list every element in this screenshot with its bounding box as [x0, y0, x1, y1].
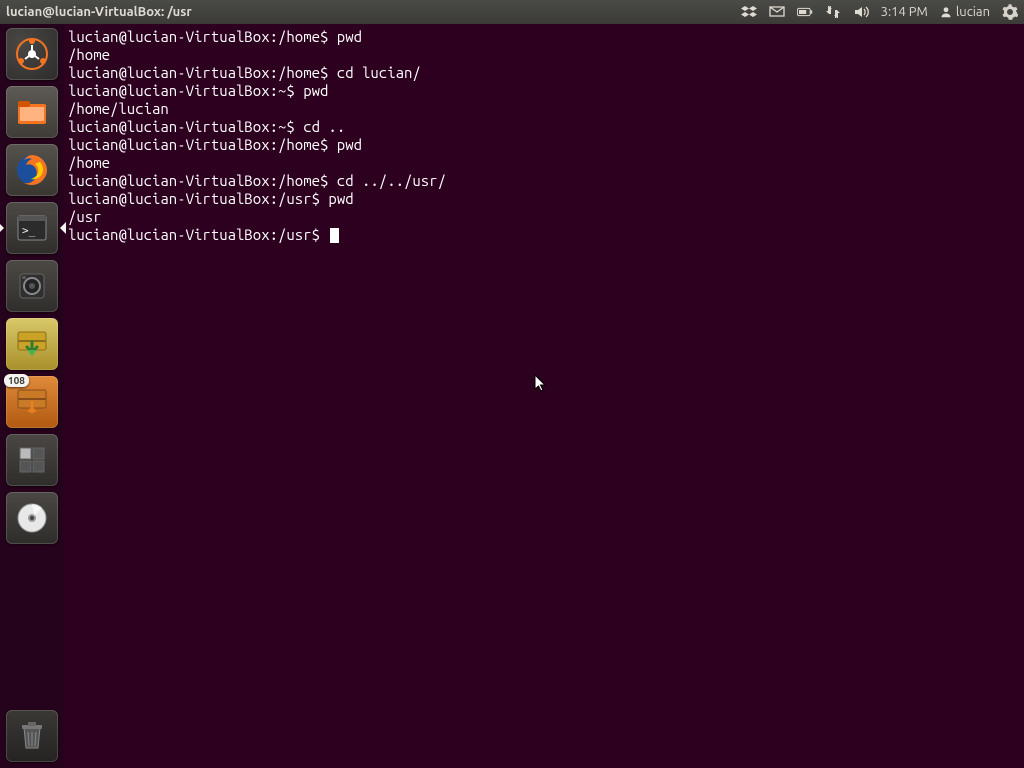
messaging-indicator-icon[interactable] — [763, 0, 791, 24]
top-menu-bar: lucian@lucian-VirtualBox: /usr 3:14 PM l… — [0, 0, 1024, 24]
terminal-output-line: /home/lucian — [68, 100, 169, 117]
terminal-command — [320, 226, 328, 243]
terminal-output-line: /usr — [68, 208, 102, 225]
disc-icon[interactable] — [6, 492, 58, 544]
terminal-prompt: lucian@lucian-VirtualBox:~$ — [68, 82, 295, 99]
terminal-prompt: lucian@lucian-VirtualBox:/home$ — [68, 172, 328, 189]
dash-home-icon[interactable] — [6, 28, 58, 80]
terminal-command: cd ../../usr/ — [328, 172, 446, 189]
terminal-prompt: lucian@lucian-VirtualBox:/usr$ — [68, 226, 320, 243]
terminal-command: pwd — [295, 82, 329, 99]
terminal-command: pwd — [328, 136, 362, 153]
user-indicator[interactable]: lucian — [934, 0, 996, 24]
terminal-command: cd lucian/ — [328, 64, 420, 81]
clock-indicator[interactable]: 3:14 PM — [875, 0, 934, 24]
files-icon[interactable] — [6, 86, 58, 138]
backup-icon[interactable] — [6, 260, 58, 312]
terminal-command: pwd — [328, 28, 362, 45]
trash-icon[interactable] — [6, 710, 58, 762]
window-title: lucian@lucian-VirtualBox: /usr — [0, 5, 192, 19]
terminal-command: pwd — [320, 190, 354, 207]
terminal-prompt: lucian@lucian-VirtualBox:/usr$ — [68, 190, 320, 207]
terminal-prompt: lucian@lucian-VirtualBox:/home$ — [68, 136, 328, 153]
terminal-command: cd .. — [295, 118, 345, 135]
network-indicator-icon[interactable] — [819, 0, 847, 24]
terminal-output-line: /home — [68, 46, 110, 63]
battery-indicator-icon[interactable] — [791, 0, 819, 24]
terminal-prompt: lucian@lucian-VirtualBox:/home$ — [68, 64, 328, 81]
terminal-cursor — [330, 228, 339, 243]
terminal-output[interactable]: lucian@lucian-VirtualBox:/home$ pwd/home… — [64, 24, 1024, 768]
system-gear-icon[interactable] — [996, 0, 1024, 24]
update-count-badge: 108 — [4, 374, 29, 387]
workspace-switcher-icon[interactable] — [6, 434, 58, 486]
download-icon[interactable] — [6, 318, 58, 370]
software-updater-icon[interactable]: 108 — [6, 376, 58, 428]
terminal-icon[interactable]: >_ — [6, 202, 58, 254]
terminal-output-line: /home — [68, 154, 110, 171]
firefox-icon[interactable] — [6, 144, 58, 196]
user-indicator-label: lucian — [956, 5, 990, 19]
unity-launcher: >_ 108 — [0, 24, 64, 768]
terminal-prompt: lucian@lucian-VirtualBox:~$ — [68, 118, 295, 135]
svg-text:>_: >_ — [22, 224, 36, 237]
sound-indicator-icon[interactable] — [847, 0, 875, 24]
terminal-prompt: lucian@lucian-VirtualBox:/home$ — [68, 28, 328, 45]
dropbox-indicator-icon[interactable] — [735, 0, 763, 24]
